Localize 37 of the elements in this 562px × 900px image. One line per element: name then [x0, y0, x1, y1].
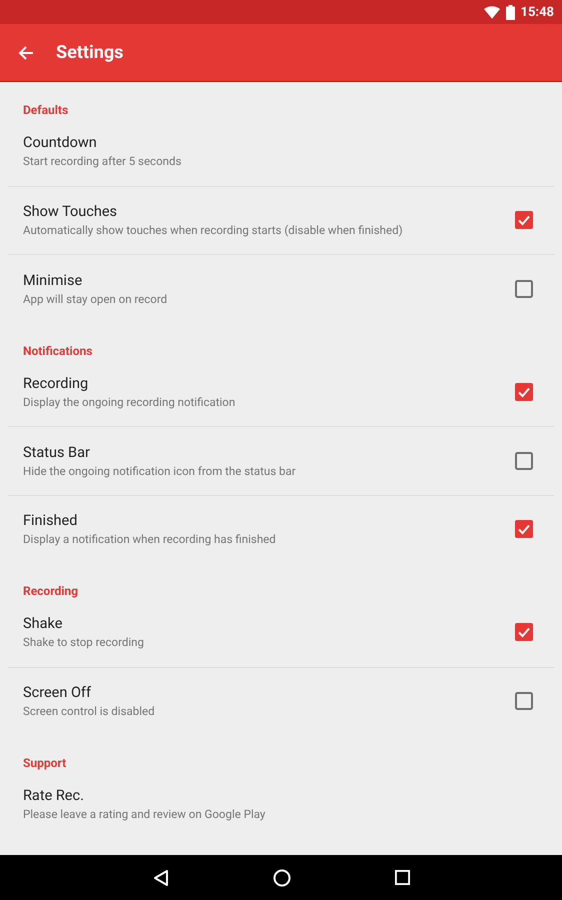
home-icon[interactable] — [272, 868, 290, 886]
setting-summary: Display the ongoing recording notification — [23, 394, 236, 409]
setting-summary: Automatically show touches when recording starts (disable when finished) — [23, 223, 403, 238]
screen-title: Settings — [56, 42, 124, 63]
recents-icon[interactable] — [394, 870, 410, 885]
section-header: Support — [23, 756, 66, 770]
setting-title[interactable]: Recording — [23, 374, 88, 392]
setting-summary: App will stay open on record — [23, 292, 168, 306]
setting-summary: Shake to stop recording — [23, 635, 144, 650]
section-header: Defaults — [23, 103, 68, 117]
setting-title[interactable]: Countdown — [23, 134, 97, 152]
battery-icon — [506, 4, 514, 20]
checkbox[interactable] — [515, 280, 533, 298]
checkbox[interactable] — [515, 382, 533, 401]
setting-summary: Hide the ongoing notification icon from the status bar — [23, 464, 296, 478]
setting-title[interactable]: Status Bar — [23, 444, 90, 461]
section-header: Recording — [23, 584, 78, 598]
status-time: 15:48 — [520, 4, 554, 20]
checkbox[interactable] — [515, 452, 533, 470]
checkbox[interactable] — [515, 520, 533, 538]
setting-summary: Display a notification when recording has finished — [23, 532, 276, 546]
wifi-icon — [484, 6, 500, 18]
setting-title[interactable]: Rate Rec. — [23, 787, 84, 804]
setting-title[interactable]: Screen Off — [23, 684, 92, 702]
back-arrow-icon[interactable] — [18, 44, 34, 60]
setting-title[interactable]: Show Touches — [23, 203, 118, 220]
checkbox[interactable] — [515, 692, 533, 710]
setting-summary: Screen control is disabled — [23, 704, 155, 718]
checkbox[interactable] — [515, 623, 533, 642]
setting-summary: Please leave a rating and review on Google Play — [23, 807, 266, 822]
setting-summary: Start recording after 5 seconds — [23, 154, 182, 168]
setting-title[interactable]: Finished — [23, 512, 78, 530]
section-header: Notifications — [23, 344, 92, 358]
back-icon[interactable] — [152, 868, 168, 886]
setting-title[interactable]: Minimise — [23, 272, 82, 289]
setting-title[interactable]: Shake — [23, 615, 62, 632]
checkbox[interactable] — [515, 211, 533, 230]
